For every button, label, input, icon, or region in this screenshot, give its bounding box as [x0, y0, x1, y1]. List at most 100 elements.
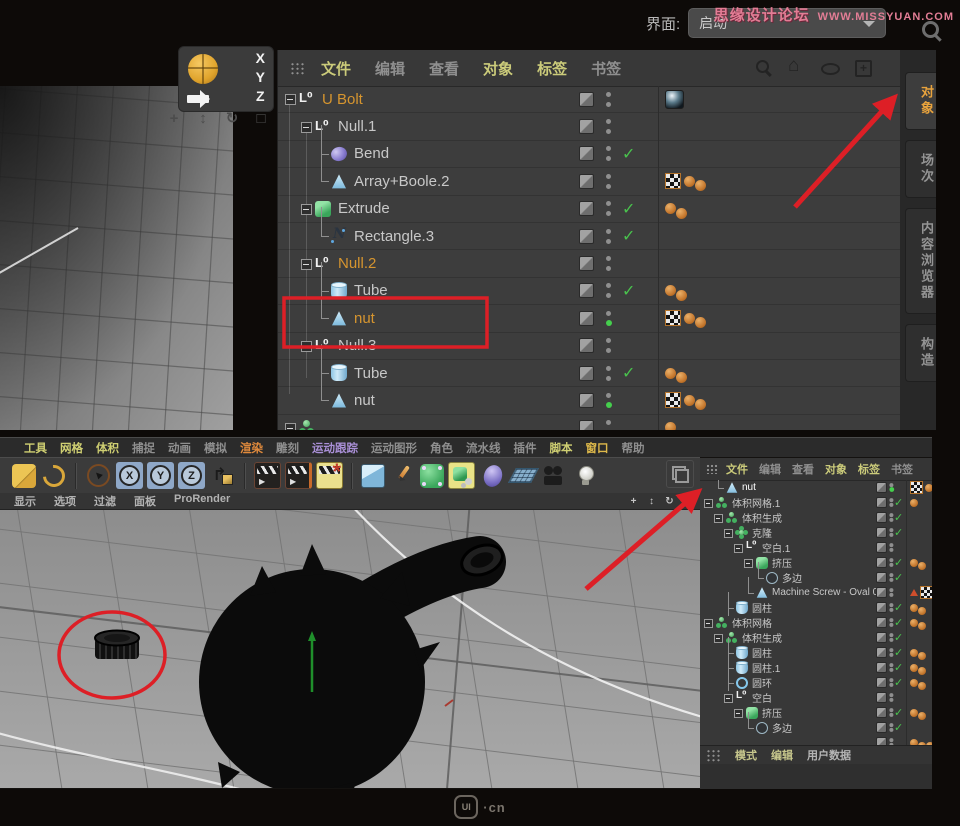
enabled-check-icon[interactable]: ✓: [894, 646, 903, 659]
layer-chip-icon[interactable]: [876, 737, 887, 745]
expander-icon[interactable]: [734, 705, 746, 720]
layer-chip-icon[interactable]: [876, 557, 887, 568]
menu-item[interactable]: 编辑: [771, 747, 793, 763]
object-label[interactable]: 圆环: [752, 675, 772, 690]
expander-icon[interactable]: [704, 615, 716, 630]
tree-row[interactable]: 体积网格✓: [700, 615, 932, 630]
visibility-dots[interactable]: [889, 558, 892, 567]
object-label[interactable]: 体积生成: [742, 630, 782, 645]
layer-chip-icon[interactable]: [579, 174, 594, 189]
dot-tag-icon[interactable]: [918, 607, 926, 615]
tree-row[interactable]: 圆柱✓: [700, 645, 932, 660]
visibility-dots[interactable]: [606, 338, 612, 353]
layer-chip-icon[interactable]: [579, 366, 594, 381]
layer-chip-icon[interactable]: [876, 587, 887, 598]
live-select-icon[interactable]: [85, 462, 112, 489]
expander-icon[interactable]: [300, 113, 315, 139]
eye-icon[interactable]: [820, 58, 840, 78]
nut-object[interactable]: [95, 631, 139, 660]
enabled-check-icon[interactable]: ✓: [622, 281, 635, 301]
object-label[interactable]: U Bolt: [322, 91, 363, 108]
layer-chip-icon[interactable]: [876, 572, 887, 583]
expander-icon[interactable]: [724, 690, 736, 705]
layer-chip-icon[interactable]: [579, 229, 594, 244]
visibility-dots[interactable]: [889, 618, 892, 627]
object-label[interactable]: Bend: [354, 145, 389, 162]
scale-icon[interactable]: [12, 464, 36, 488]
dot-tag-icon[interactable]: [910, 709, 918, 717]
dot-tag-icon[interactable]: [910, 619, 918, 627]
object-label[interactable]: 圆柱: [752, 600, 772, 615]
layer-chip-icon[interactable]: [876, 632, 887, 643]
menu-item[interactable]: 过滤: [94, 493, 116, 509]
floor-icon[interactable]: [510, 462, 537, 489]
add-icon[interactable]: [853, 58, 873, 78]
menu-item[interactable]: 模拟: [204, 440, 227, 456]
expander-icon[interactable]: [300, 196, 315, 222]
menu-item[interactable]: 编辑: [759, 461, 781, 477]
menu-item[interactable]: 运动图形: [371, 440, 417, 456]
dot-tag-icon[interactable]: [910, 649, 918, 657]
menu-item[interactable]: 工具: [24, 440, 47, 456]
dot-tag-icon[interactable]: [910, 499, 918, 507]
menu-item[interactable]: 窗口: [586, 440, 609, 456]
expander-icon[interactable]: [714, 510, 726, 525]
dot-tag-icon[interactable]: [665, 203, 676, 214]
tree-row[interactable]: Null.1: [278, 113, 901, 140]
visibility-dots[interactable]: [606, 256, 612, 271]
enabled-check-icon[interactable]: ✓: [894, 676, 903, 689]
axis-y-icon[interactable]: Y: [147, 462, 174, 489]
expander-icon[interactable]: [744, 555, 756, 570]
pan-icon[interactable]: +: [162, 109, 186, 129]
object-label[interactable]: Tube: [354, 282, 388, 299]
menu-item[interactable]: 流水线: [466, 440, 501, 456]
menu-item[interactable]: 运动跟踪: [312, 440, 358, 456]
object-label[interactable]: nut: [354, 310, 375, 327]
menu-item[interactable]: 用户数据: [807, 747, 851, 763]
dot-tag-icon[interactable]: [925, 484, 932, 492]
menu-item[interactable]: 动画: [168, 440, 191, 456]
layer-chip-icon[interactable]: [876, 677, 887, 688]
visibility-dots[interactable]: [606, 366, 612, 381]
enabled-check-icon[interactable]: ✓: [894, 661, 903, 674]
tree-row[interactable]: 挤压✓: [700, 705, 932, 720]
object-label[interactable]: nut: [354, 392, 375, 409]
dot-tag-icon[interactable]: [918, 622, 926, 630]
object-label[interactable]: 体积网格.1: [732, 495, 780, 510]
tree-row[interactable]: 圆柱.1 ✓: [700, 660, 932, 675]
expander-icon[interactable]: [714, 630, 726, 645]
object-label[interactable]: Null.1: [338, 118, 376, 135]
layer-chip-icon[interactable]: [579, 338, 594, 353]
object-label[interactable]: Extrude: [338, 200, 390, 217]
light-icon[interactable]: [572, 462, 599, 489]
expander-icon[interactable]: [284, 415, 299, 430]
tree-row[interactable]: Array+Boole.2: [278, 168, 901, 195]
tree-row[interactable]: 体积网格.1✓: [700, 495, 932, 510]
bend-icon[interactable]: [479, 462, 506, 489]
tree-row[interactable]: 空白: [700, 690, 932, 705]
visibility-dots[interactable]: [889, 738, 892, 745]
rotate-icon[interactable]: [40, 462, 67, 489]
pan-icon[interactable]: +: [627, 494, 640, 510]
enabled-check-icon[interactable]: ✓: [894, 601, 903, 614]
layer-chip-icon[interactable]: [579, 283, 594, 298]
menu-item[interactable]: 编辑: [375, 58, 405, 79]
layer-chip-icon[interactable]: [579, 311, 594, 326]
layer-chip-icon[interactable]: [876, 722, 887, 733]
object-label[interactable]: 圆柱.1: [752, 660, 780, 675]
warn-tag-icon[interactable]: [910, 589, 918, 596]
enabled-check-icon[interactable]: ✓: [894, 706, 903, 719]
coords-icon[interactable]: [209, 462, 236, 489]
enabled-check-icon[interactable]: ✓: [894, 556, 903, 569]
menu-item[interactable]: 选项: [54, 493, 76, 509]
visibility-dots[interactable]: [606, 92, 612, 107]
grip-icon[interactable]: [290, 62, 305, 75]
layer-chip-icon[interactable]: [579, 92, 594, 107]
tree-row[interactable]: 多边✓: [700, 570, 932, 585]
tree-row[interactable]: Null.3: [278, 333, 901, 360]
object-label[interactable]: 空白.1: [762, 540, 790, 555]
search-icon[interactable]: [754, 58, 774, 78]
object-label[interactable]: 多边: [772, 720, 792, 735]
object-label[interactable]: 体积生成: [742, 510, 782, 525]
menu-item[interactable]: ProRender: [174, 493, 230, 509]
